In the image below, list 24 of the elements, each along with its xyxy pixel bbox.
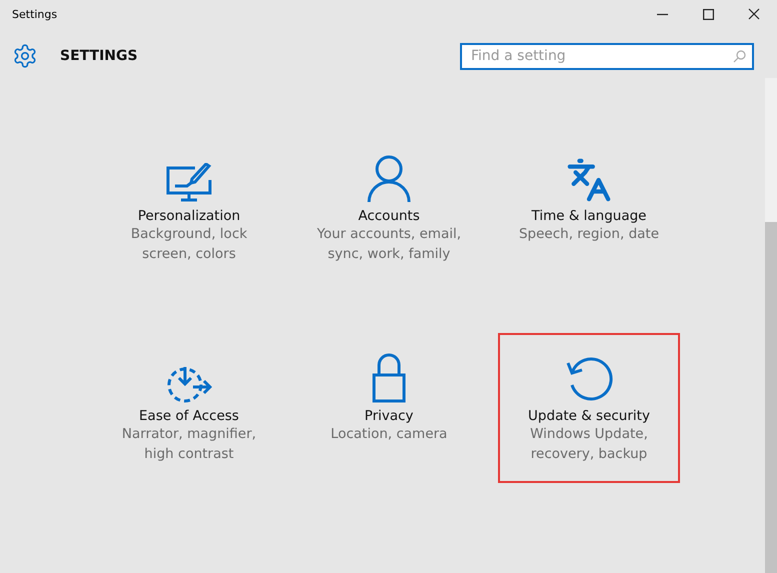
scrollbar-thumb[interactable] bbox=[765, 222, 777, 573]
category-title[interactable]: Ease of Access bbox=[139, 408, 239, 424]
category-description: Narrator, magnifier, high contrast bbox=[120, 425, 258, 464]
scrollbar[interactable] bbox=[765, 78, 777, 573]
category-description: Background, lock screen, colors bbox=[130, 225, 248, 264]
category-title[interactable]: Update & security bbox=[528, 408, 650, 424]
category-description: Speech, region, date bbox=[518, 225, 660, 244]
gear-icon bbox=[12, 43, 38, 69]
person-icon bbox=[367, 155, 411, 203]
category-title[interactable]: Personalization bbox=[138, 208, 240, 224]
category-description: Windows Update, recovery, backup bbox=[529, 425, 649, 464]
category-title[interactable]: Accounts bbox=[358, 208, 420, 224]
padlock-icon bbox=[371, 353, 407, 403]
maximize-icon bbox=[702, 8, 714, 20]
window-title: Settings bbox=[12, 8, 58, 20]
search-field[interactable]: Find a setting bbox=[460, 42, 754, 70]
page-title: SETTINGS bbox=[60, 48, 139, 64]
close-icon bbox=[748, 8, 760, 20]
category-title[interactable]: Privacy bbox=[364, 408, 414, 424]
search-icon bbox=[733, 50, 746, 62]
category-description: Your accounts, email, sync, work, family bbox=[316, 225, 462, 264]
category-description: Location, camera bbox=[330, 425, 448, 444]
category-title[interactable]: Time & language bbox=[531, 208, 646, 224]
monitor-brush-icon bbox=[165, 163, 213, 203]
